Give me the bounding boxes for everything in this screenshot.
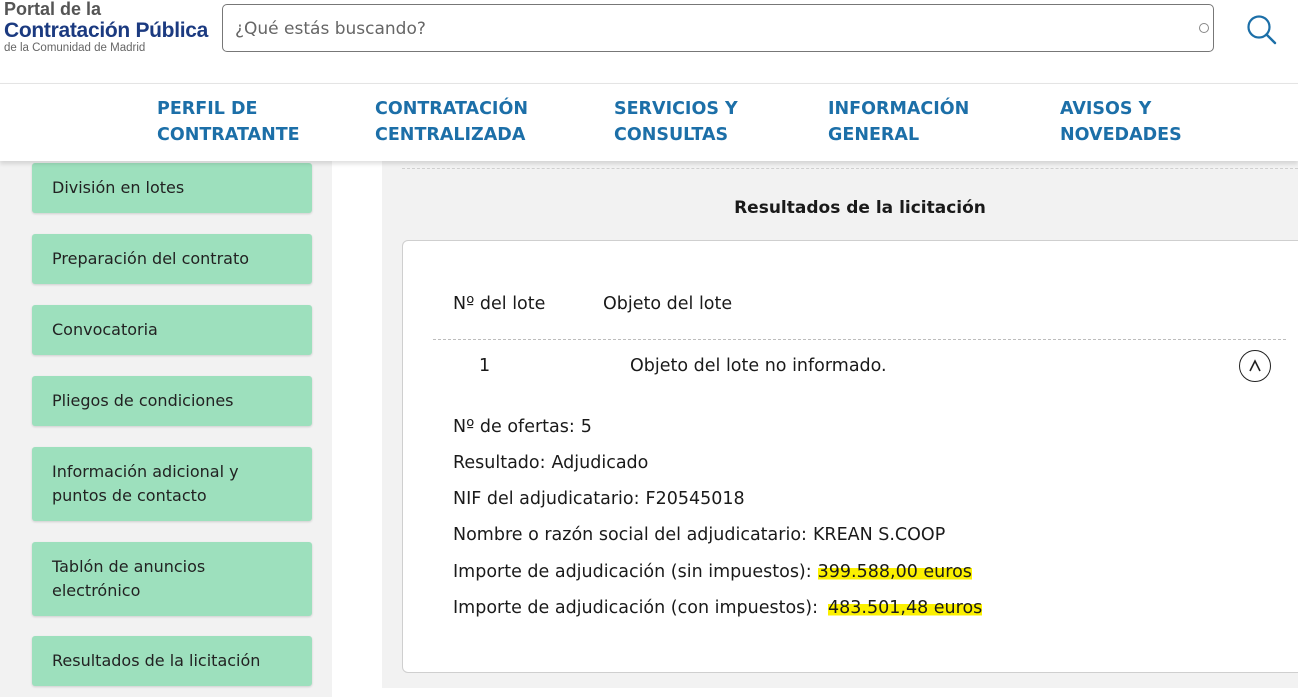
nav-informacion-general[interactable]: INFORMACIÓN GENERAL — [828, 96, 969, 148]
table-divider — [433, 339, 1286, 340]
header-lote-number: Nº del lote — [453, 294, 546, 314]
detail-label: Nombre o razón social del adjudicatario: — [453, 525, 807, 545]
detail-num-ofertas: Nº de ofertas: 5 — [453, 417, 592, 437]
detail-label: Nº de ofertas: — [453, 417, 575, 437]
chevron-up-icon — [1249, 359, 1261, 372]
detail-label: Resultado: — [453, 453, 546, 473]
section-title: Resultados de la licitación — [734, 198, 986, 218]
sidebar-item-label: Preparación del contrato — [52, 249, 250, 268]
sidebar-item-resultados-licitacion[interactable]: Resultados de la licitación — [32, 636, 312, 686]
detail-nif: NIF del adjudicatario: F20545018 — [453, 489, 745, 509]
sidebar-item-label: Convocatoria — [52, 320, 158, 339]
sidebar-item-label: Tablón de anuncios electrónico — [52, 557, 206, 600]
detail-label: Importe de adjudicación (con impuestos): — [453, 598, 819, 618]
search-icon — [1247, 15, 1277, 45]
logo-line-1: Portal de la — [4, 0, 102, 19]
detail-value: KREAN S.COOP — [812, 525, 946, 545]
nav-perfil-contratante[interactable]: PERFIL DE CONTRATANTE — [157, 96, 300, 148]
detail-importe-sin-impuestos: Importe de adjudicación (sin impuestos):… — [453, 562, 972, 582]
collapse-button[interactable] — [1239, 350, 1271, 382]
search-input[interactable] — [233, 15, 1177, 43]
logo-line-2: Contratación Pública — [4, 19, 209, 42]
nav-avisos-novedades[interactable]: AVISOS Y NOVEDADES — [1060, 96, 1182, 148]
lote-number: 1 — [479, 356, 491, 376]
detail-importe-con-impuestos: Importe de adjudicación (con impuestos):… — [453, 598, 983, 618]
detail-resultado: Resultado: Adjudicado — [453, 453, 648, 473]
detail-label: Importe de adjudicación (sin impuestos): — [453, 562, 812, 582]
sidebar-item-label: División en lotes — [52, 178, 185, 197]
sidebar-item-informacion-adicional[interactable]: Información adicional y puntos de contac… — [32, 447, 312, 521]
detail-value: F20545018 — [645, 489, 745, 509]
detail-value-highlighted: 483.501,48 euros — [828, 598, 983, 618]
main-nav: PERFIL DE CONTRATANTE CONTRATACIÓN CENTR… — [0, 83, 1298, 161]
nav-servicios-consultas[interactable]: SERVICIOS Y CONSULTAS — [614, 96, 738, 148]
header-lote-object: Objeto del lote — [603, 294, 733, 314]
sidebar-item-convocatoria[interactable]: Convocatoria — [32, 305, 312, 355]
divider — [402, 168, 1298, 169]
logo-line-3: de la Comunidad de Madrid — [4, 42, 146, 54]
detail-label: NIF del adjudicatario: — [453, 489, 640, 509]
sidebar-item-label: Resultados de la licitación — [52, 651, 261, 670]
detail-value: Adjudicado — [551, 453, 649, 473]
lote-object: Objeto del lote no informado. — [630, 356, 887, 376]
detail-nombre-adjudicatario: Nombre o razón social del adjudicatario:… — [453, 525, 945, 545]
sidebar-item-preparacion-contrato[interactable]: Preparación del contrato — [32, 234, 312, 284]
nav-contratacion-centralizada[interactable]: CONTRATACIÓN CENTRALIZADA — [375, 96, 528, 148]
detail-value-highlighted: 399.588,00 euros — [817, 562, 972, 582]
sidebar-item-label: Pliegos de condiciones — [52, 391, 234, 410]
detail-value: 5 — [580, 417, 592, 437]
search-box — [222, 4, 1214, 52]
portal-logo[interactable]: Portal de la Contratación Pública de la … — [4, 0, 208, 60]
sidebar-item-tablon-anuncios[interactable]: Tablón de anuncios electrónico — [32, 542, 312, 616]
sidebar-item-label: Información adicional y puntos de contac… — [52, 462, 239, 505]
clear-icon[interactable] — [1199, 23, 1209, 33]
search-button[interactable] — [1244, 12, 1280, 48]
sidebar-item-pliegos-condiciones[interactable]: Pliegos de condiciones — [32, 376, 312, 426]
sidebar-item-division-lotes[interactable]: División en lotes — [32, 163, 312, 213]
